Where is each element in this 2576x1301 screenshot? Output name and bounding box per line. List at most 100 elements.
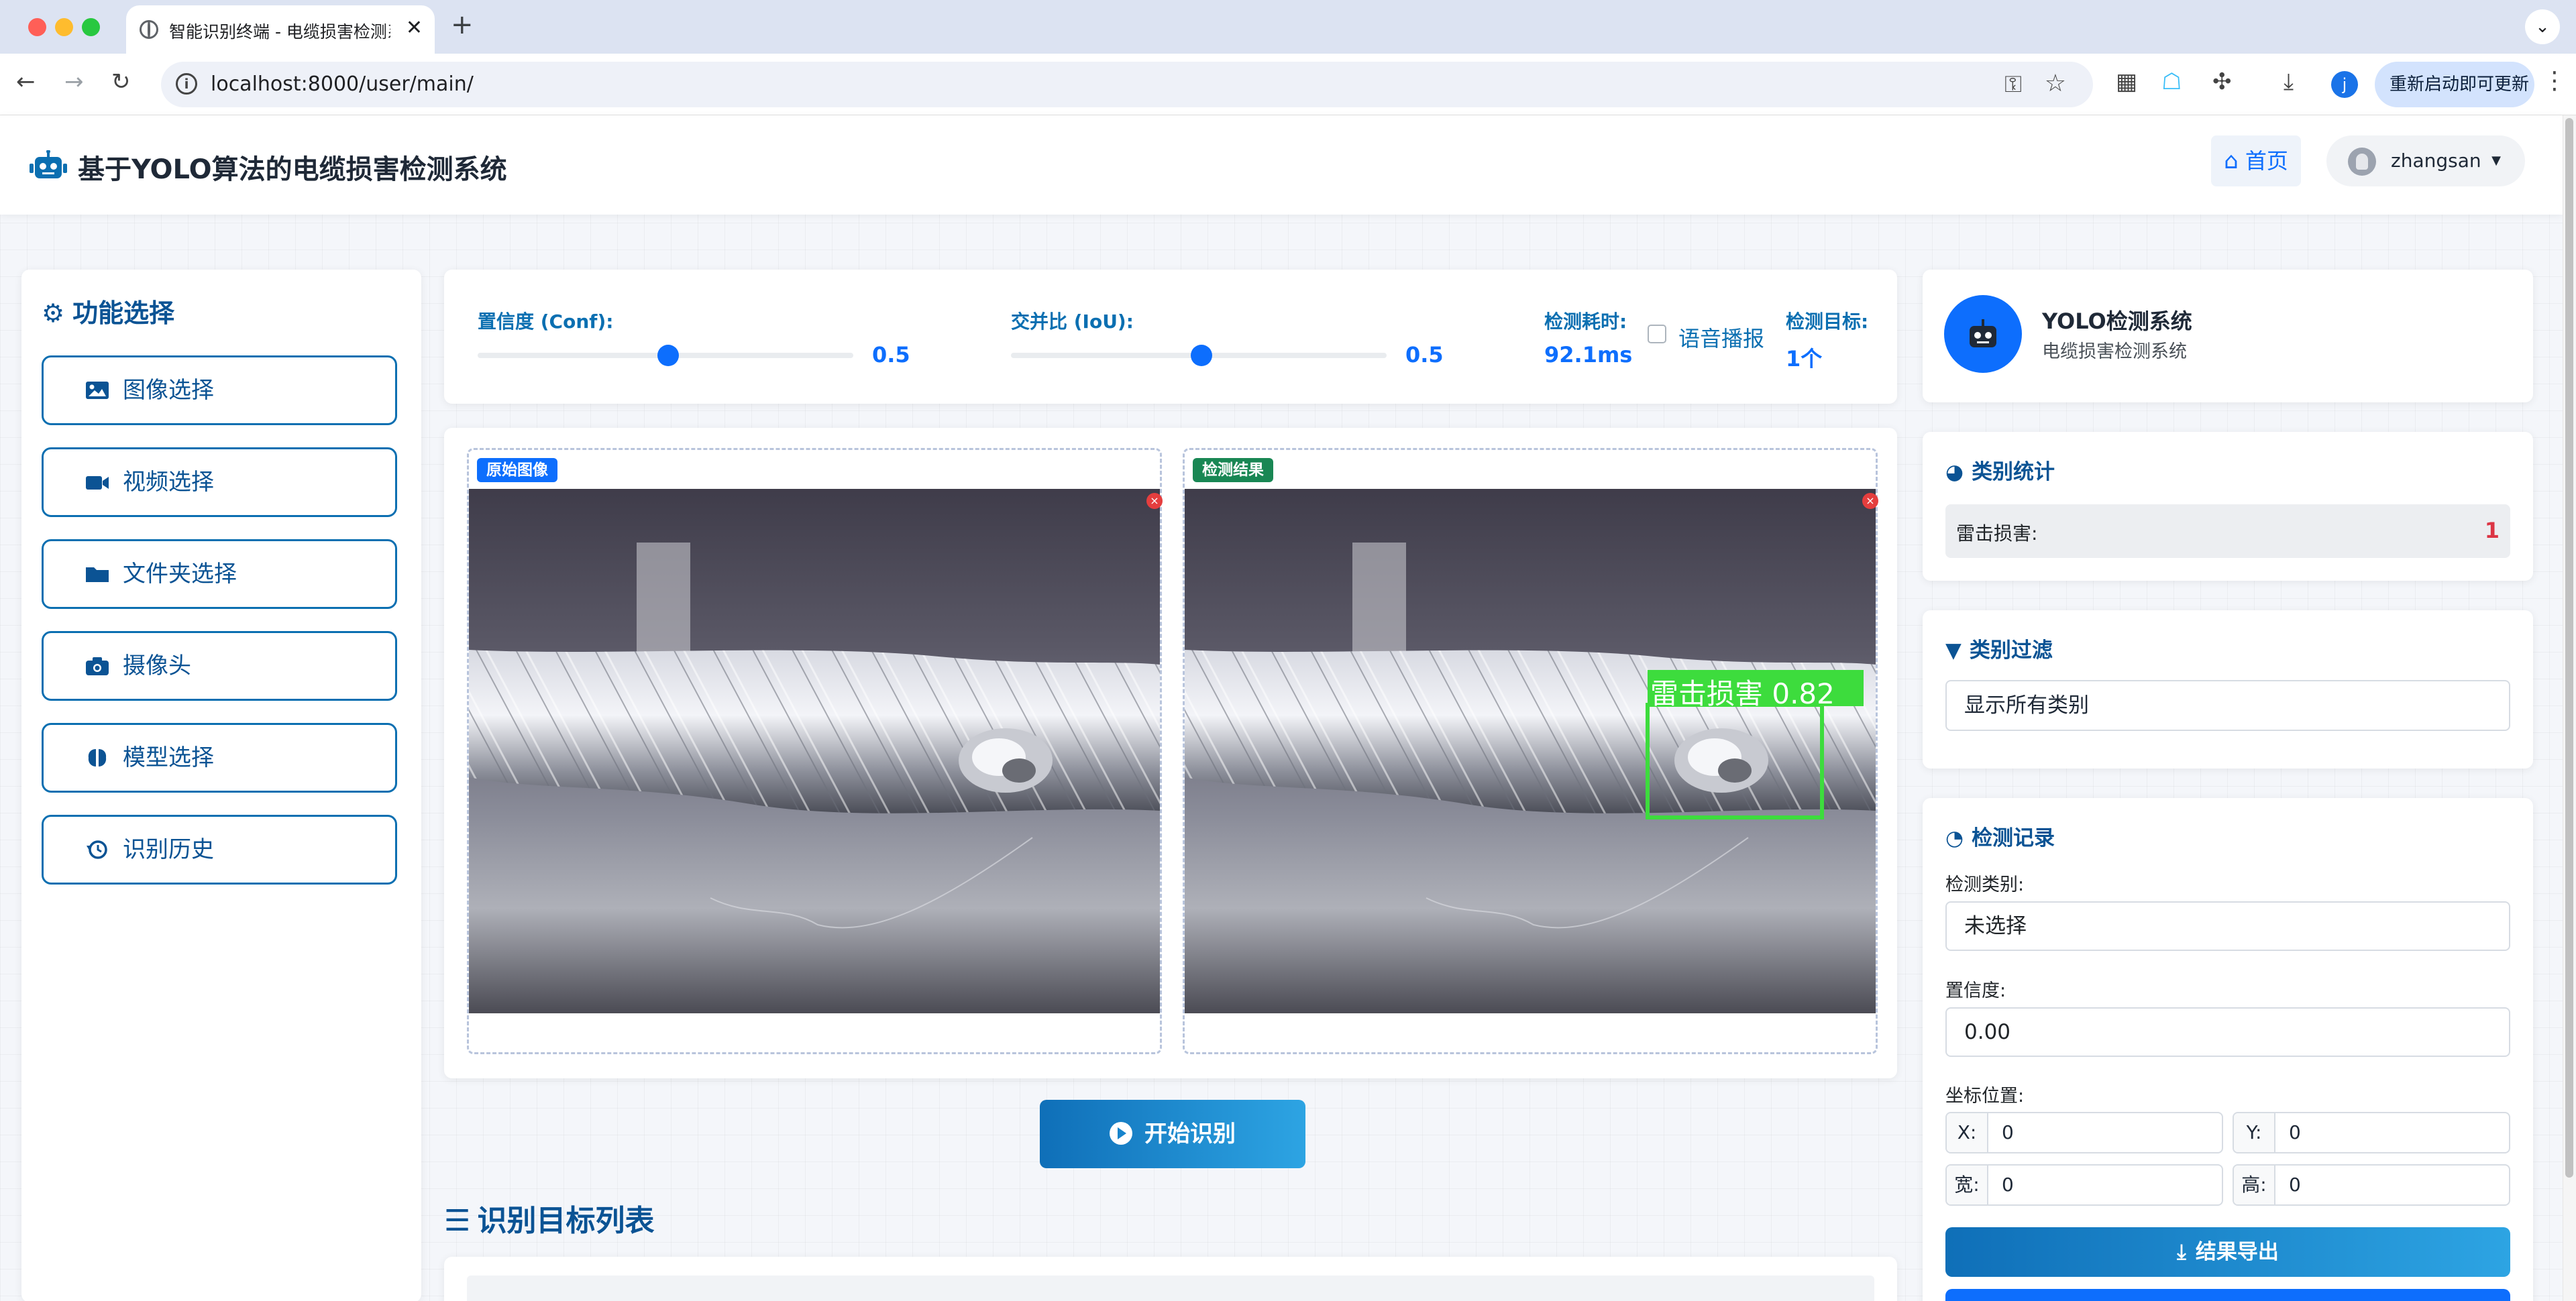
start-detection-button[interactable]: 开始识别 — [1040, 1100, 1305, 1168]
menu-camera[interactable]: 摄像头 — [42, 631, 397, 701]
conf-slider[interactable] — [478, 345, 853, 366]
conf-slider-handle[interactable] — [657, 345, 679, 366]
class-stats-card: ◕ 类别统计 雷击损害: 1 — [1923, 432, 2533, 581]
target-value: 1个 — [1786, 346, 1823, 372]
play-icon — [1110, 1121, 1132, 1145]
original-image-panel[interactable]: 原始图像 × — [467, 448, 1163, 1054]
class-filter-select[interactable]: 显示所有类别 — [1945, 680, 2510, 731]
profile-avatar[interactable]: j — [2331, 71, 2358, 98]
system-info-card: YOLO检测系统 电缆损害检测系统 — [1923, 270, 2533, 402]
browser-toolbar: ← → ↻ i localhost:8000/user/main/ ⚿ ☆ ▦ … — [0, 54, 2576, 115]
coord-y-field[interactable]: Y: 0 — [2233, 1112, 2510, 1153]
menu-folder-select[interactable]: 文件夹选择 — [42, 539, 397, 609]
browser-menu-icon[interactable]: ⋮ — [2542, 67, 2567, 95]
minimize-window-button[interactable] — [55, 18, 73, 36]
site-info-icon[interactable]: i — [176, 73, 197, 95]
coord-height-field[interactable]: 高: 0 — [2233, 1164, 2510, 1206]
system-avatar — [1944, 295, 2022, 373]
menu-title: ⚙ 功能选择 — [42, 292, 174, 329]
menu-history[interactable]: 识别历史 — [42, 815, 397, 885]
target-list-title-text: 识别目标列表 — [477, 1204, 655, 1238]
stats-class-count: 1 — [2484, 518, 2500, 543]
dashboard-icon: ◔ — [1945, 826, 1964, 850]
export-results-label: 结果导出 — [2195, 1240, 2279, 1264]
relaunch-update-button[interactable]: 重新启动即可更新 — [2375, 62, 2534, 107]
target-list-table — [444, 1257, 1897, 1301]
image-compare-card: 原始图像 × 雷击损害 0.82 检测结果 × — [444, 428, 1897, 1078]
secondary-action-button[interactable] — [1945, 1289, 2510, 1301]
brain-icon — [88, 749, 107, 767]
iou-slider-handle[interactable] — [1191, 345, 1212, 366]
remove-result-icon[interactable]: × — [1862, 493, 1878, 509]
coord-width-field[interactable]: 宽: 0 — [1945, 1164, 2223, 1206]
robot-extension-icon[interactable]: ☖ — [2161, 68, 2182, 95]
system-subtitle: 电缆损害检测系统 — [2042, 341, 2187, 362]
record-conf-label: 置信度: — [1945, 980, 2006, 1001]
detection-record-title: ◔ 检测记录 — [1945, 821, 2055, 851]
remove-image-icon[interactable]: × — [1146, 493, 1163, 509]
tab-title: 智能识别终端 - 电缆损害检测系 — [169, 22, 390, 42]
menu-label: 摄像头 — [123, 653, 191, 679]
record-class-field[interactable]: 未选择 — [1945, 901, 2510, 951]
table-header — [467, 1276, 1874, 1301]
voice-checkbox[interactable] — [1648, 325, 1666, 343]
page-title: 基于YOLO算法的电缆损害检测系统 — [78, 154, 507, 185]
time-label: 检测耗时: — [1544, 310, 1627, 333]
password-key-icon[interactable]: ⚿ — [2004, 71, 2022, 98]
menu-label: 模型选择 — [123, 744, 214, 771]
class-filter-card: ▼ 类别过滤 显示所有类别 — [1923, 610, 2533, 769]
coord-y-label: Y: — [2234, 1113, 2275, 1152]
caret-down-icon: ▼ — [2491, 154, 2501, 168]
record-coord-label: 坐标位置: — [1945, 1086, 2025, 1107]
new-tab-button[interactable]: + — [451, 9, 474, 40]
coord-width-value: 0 — [2002, 1174, 2014, 1196]
voice-label[interactable]: 语音播报 — [1678, 322, 1764, 353]
menu-label: 视频选择 — [123, 469, 214, 496]
result-image: 雷击损害 0.82 — [1185, 489, 1876, 1013]
coord-y-value: 0 — [2289, 1121, 2301, 1143]
class-stats-title-text: 类别统计 — [1972, 460, 2055, 484]
user-menu-button[interactable]: zhangsan ▼ — [2326, 135, 2525, 186]
coord-x-field[interactable]: X: 0 — [1945, 1112, 2223, 1153]
menu-model-select[interactable]: 模型选择 — [42, 723, 397, 793]
menu-video-select[interactable]: 视频选择 — [42, 447, 397, 517]
page-scrollbar-thumb[interactable] — [2565, 118, 2573, 1178]
iou-value: 0.5 — [1405, 342, 1444, 367]
stats-row: 雷击损害: 1 — [1945, 504, 2510, 558]
tab-close-icon[interactable]: ✕ — [406, 16, 423, 40]
home-button[interactable]: ⌂ 首页 — [2211, 135, 2301, 186]
close-window-button[interactable] — [28, 18, 46, 36]
camera-icon — [86, 657, 109, 675]
menu-label: 图像选择 — [123, 377, 214, 404]
record-conf-field[interactable]: 0.00 — [1945, 1007, 2510, 1057]
puzzle-extensions-icon[interactable]: ✣ — [2212, 68, 2232, 95]
class-stats-title: ◕ 类别统计 — [1945, 455, 2055, 485]
detection-record-title-text: 检测记录 — [1972, 826, 2055, 850]
conf-value: 0.5 — [872, 342, 910, 367]
target-label: 检测目标: — [1786, 310, 1869, 333]
menu-image-select[interactable]: 图像选择 — [42, 355, 397, 425]
address-bar[interactable]: i localhost:8000/user/main/ ⚿ ☆ — [161, 62, 2093, 107]
globe-icon — [140, 20, 158, 39]
extension-icon[interactable]: ▦ — [2116, 68, 2137, 95]
reload-button[interactable]: ↻ — [111, 68, 131, 95]
download-icon: ⤓ — [2177, 1240, 2186, 1264]
browser-tab[interactable]: 智能识别终端 - 电缆损害检测系 ✕ — [126, 5, 435, 54]
folder-icon — [86, 567, 109, 582]
target-list-title: ☰ 识别目标列表 — [444, 1196, 654, 1239]
maximize-window-button[interactable] — [82, 18, 100, 36]
conf-label: 置信度 (Conf): — [478, 310, 614, 333]
iou-slider[interactable] — [1011, 345, 1387, 366]
tab-search-button[interactable]: ⌄ — [2525, 9, 2560, 44]
export-results-button[interactable]: ⤓ 结果导出 — [1945, 1227, 2510, 1277]
url-text[interactable]: localhost:8000/user/main/ — [211, 72, 474, 96]
back-button[interactable]: ← — [16, 68, 36, 95]
home-label: 首页 — [2245, 148, 2288, 174]
download-icon[interactable]: ⤓ — [2284, 68, 2294, 95]
iou-label: 交并比 (IoU): — [1011, 310, 1134, 333]
menu-label: 识别历史 — [123, 836, 214, 863]
bookmark-star-icon[interactable]: ☆ — [2045, 70, 2066, 97]
forward-button[interactable]: → — [64, 68, 84, 95]
result-image-panel[interactable]: 雷击损害 0.82 检测结果 × — [1183, 448, 1878, 1054]
home-icon: ⌂ — [2224, 148, 2239, 174]
